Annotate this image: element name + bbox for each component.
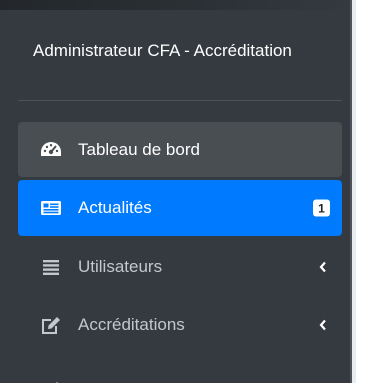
newspaper-icon [40, 197, 62, 219]
notification-badge: 1 [313, 199, 330, 217]
sidebar-nav: Tableau de bord Actualités 1 Utilisateur… [18, 122, 342, 383]
sidebar-item-label: Tableau de bord [78, 139, 200, 159]
sidebar: Administrateur CFA - Accréditation Table… [0, 0, 352, 383]
sidebar-divider [18, 100, 342, 101]
chevron-left-icon [318, 319, 328, 331]
sidebar-item-actualites[interactable]: Actualités 1 [18, 180, 342, 236]
sidebar-brand-title[interactable]: Administrateur CFA - Accréditation [0, 22, 352, 80]
brand-text: Administrateur CFA - Accréditation [33, 41, 292, 60]
sidebar-item-accreditations[interactable]: Accréditations [18, 297, 342, 352]
content-edge [352, 0, 356, 383]
sidebar-item-partial[interactable] [18, 355, 342, 383]
sidebar-item-label: Accréditations [78, 314, 185, 334]
chevron-left-icon [318, 261, 328, 273]
sidebar-item-label: Utilisateurs [78, 256, 163, 276]
sidebar-item-utilisateurs[interactable]: Utilisateurs [18, 239, 342, 294]
sidebar-item-tableau-de-bord[interactable]: Tableau de bord [18, 122, 342, 177]
tachometer-icon [40, 139, 62, 161]
sidebar-top-shadow [0, 0, 352, 10]
edit-icon [40, 314, 62, 336]
list-icon [40, 256, 62, 278]
edit-icon [40, 379, 62, 383]
sidebar-item-label: Actualités [78, 198, 152, 217]
